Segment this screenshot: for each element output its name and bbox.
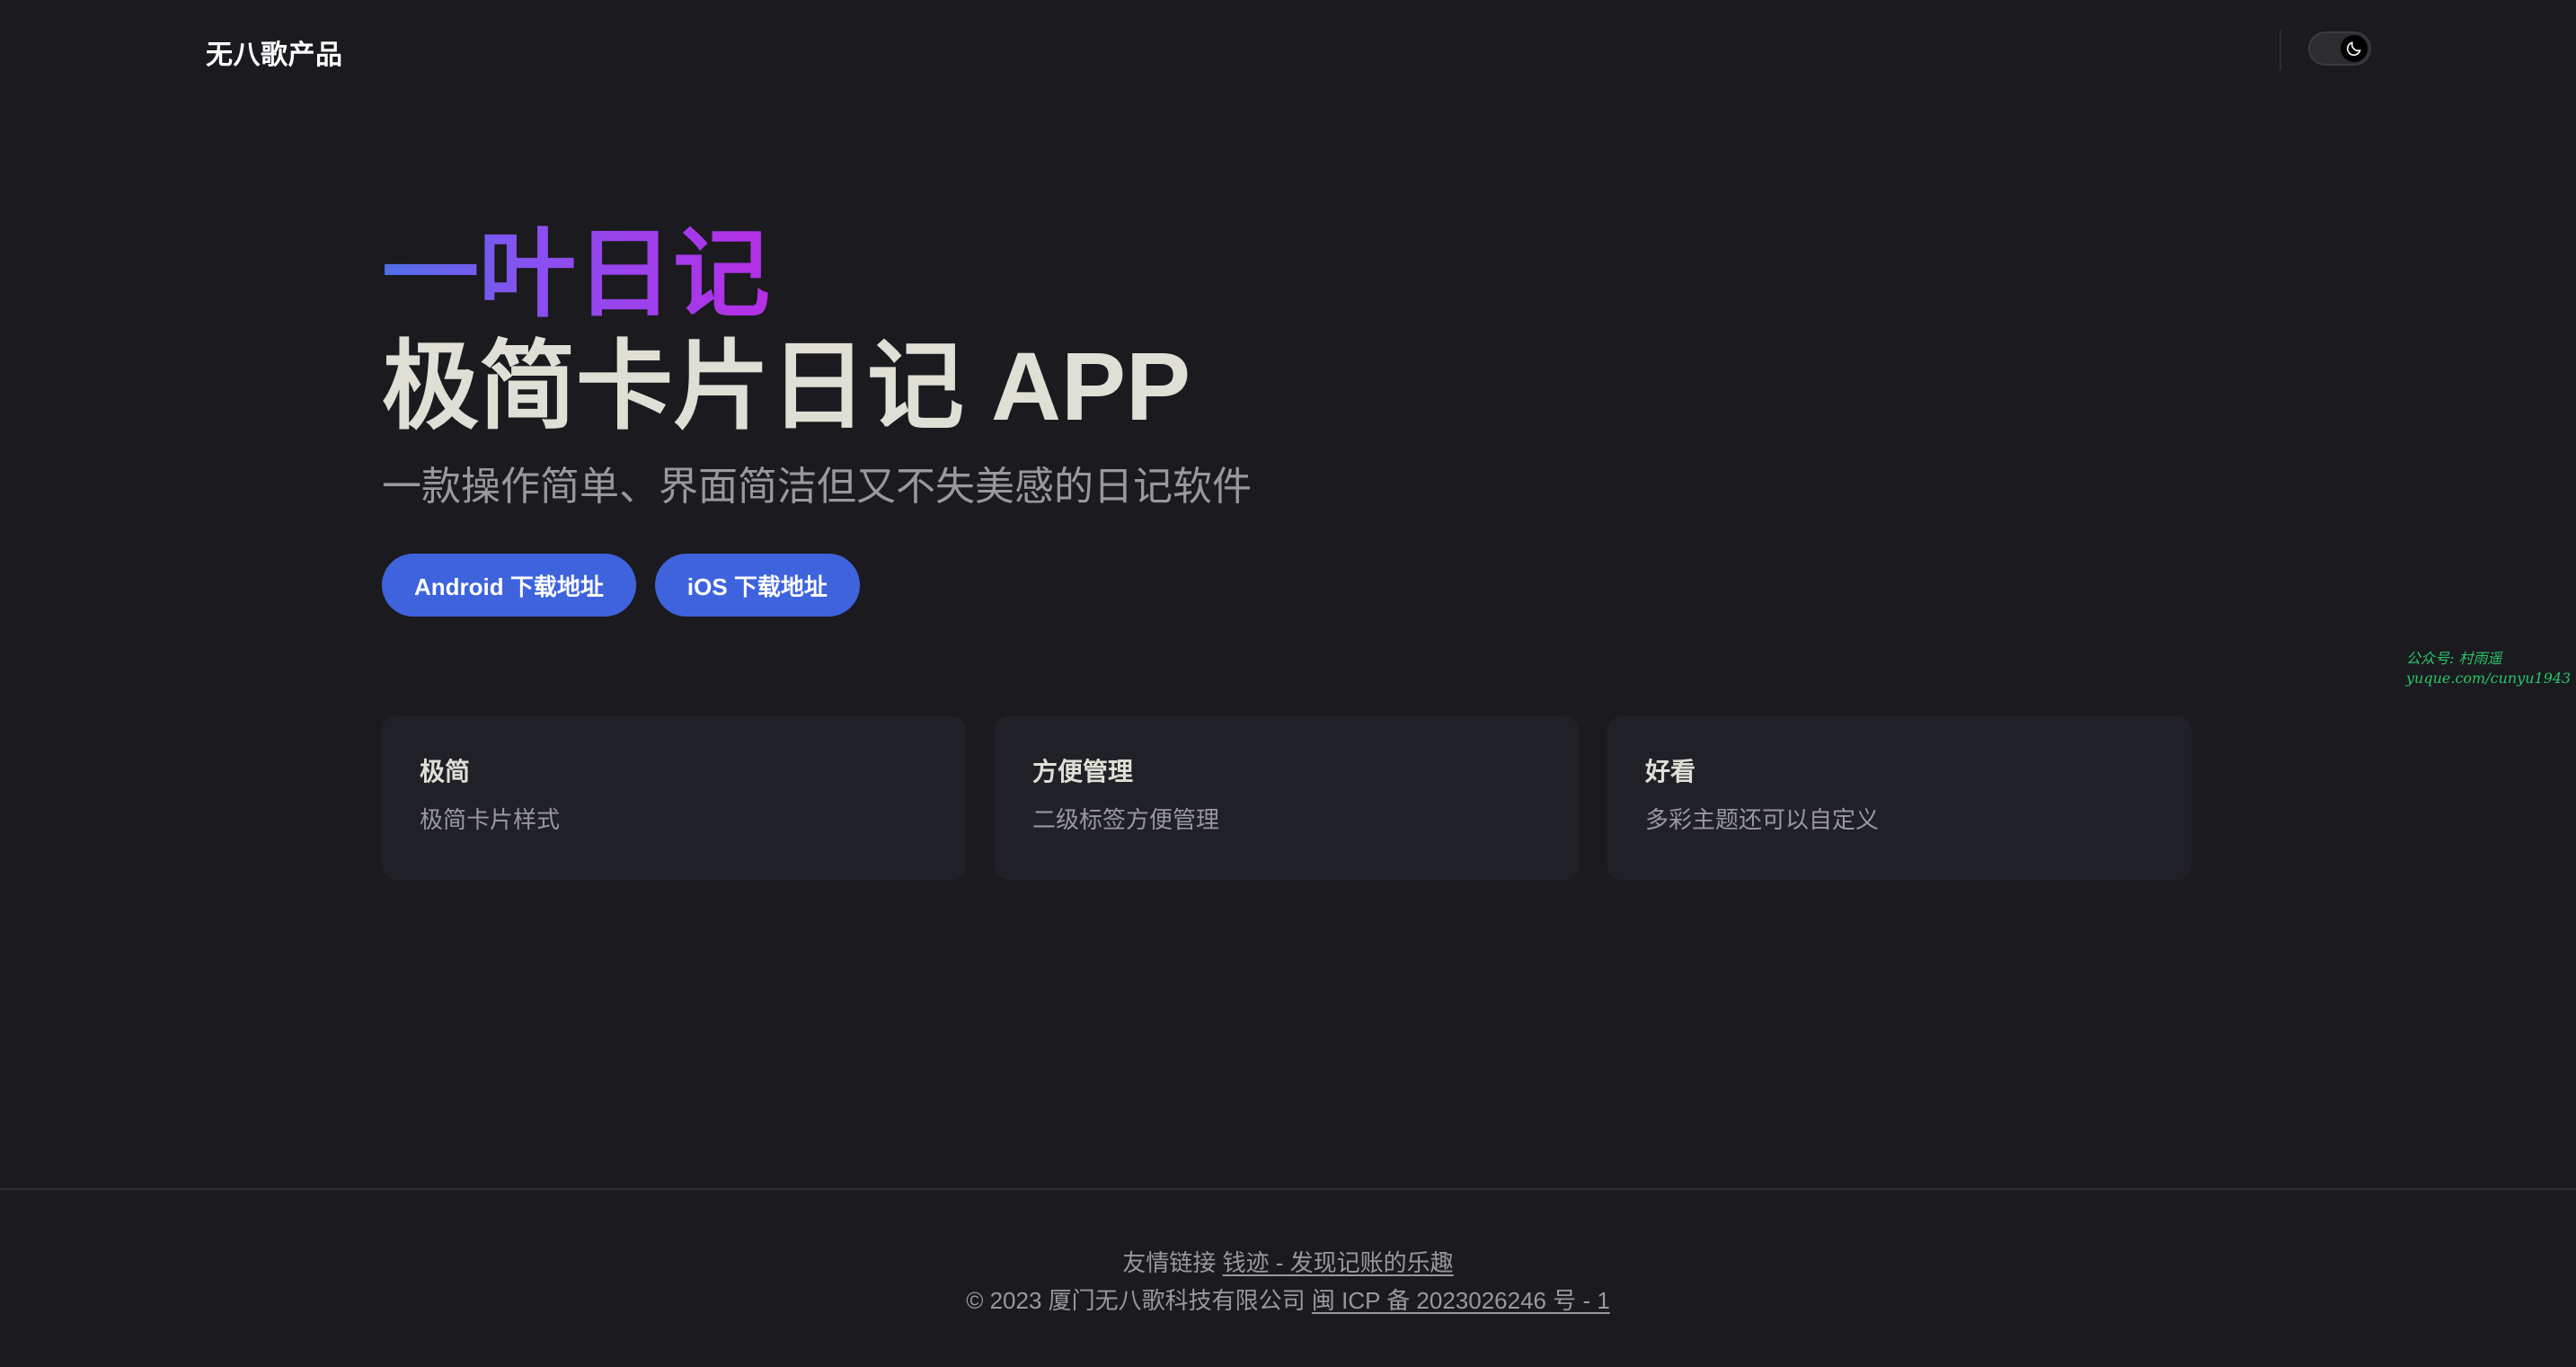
feature-description: 多彩主题还可以自定义 — [1645, 806, 1880, 833]
toggle-knob — [2341, 35, 2368, 62]
ios-download-button[interactable]: iOS 下载地址 — [654, 554, 860, 617]
hero-section: 一叶日记 极简卡片日记 APP 一款操作简单、界面简洁但又不失美感的日记软件 — [382, 216, 1819, 514]
theme-toggle-switch[interactable] — [2308, 31, 2371, 66]
watermark: 公众号: 村雨遥 yuque.com/cunyu1943 — [2406, 649, 2571, 688]
feature-card-looks: 好看 多彩主题还可以自定义 — [1607, 716, 2191, 880]
watermark-line1: 公众号: 村雨遥 — [2406, 650, 2502, 667]
footer: 友情链接 钱迹 - 发现记账的乐趣 © 2023 厦门无八歌科技有限公司 闽 I… — [0, 1188, 2576, 1367]
android-download-button[interactable]: Android 下载地址 — [382, 554, 636, 617]
nav-divider — [2279, 31, 2281, 70]
friend-links-line: 友情链接 钱迹 - 发现记账的乐趣 — [0, 1247, 2576, 1279]
moon-icon — [2346, 41, 2361, 57]
hero-actions: Android 下载地址 iOS 下载地址 — [382, 554, 860, 617]
icp-link[interactable]: 闽 ICP 备 2023026246 号 - 1 — [1312, 1287, 1610, 1314]
copyright-line: © 2023 厦门无八歌科技有限公司 闽 ICP 备 2023026246 号 … — [0, 1284, 2576, 1317]
hero-name: 一叶日记 — [382, 216, 770, 333]
feature-description: 极简卡片样式 — [420, 806, 561, 833]
feature-card-minimal: 极简 极简卡片样式 — [382, 716, 966, 880]
features-list: 极简 极简卡片样式 方便管理 二级标签方便管理 好看 多彩主题还可以自定义 — [382, 716, 2191, 880]
feature-description: 二级标签方便管理 — [1032, 806, 1220, 833]
friend-link-qianji[interactable]: 钱迹 - 发现记账的乐趣 — [1223, 1249, 1454, 1276]
feature-card-management: 方便管理 二级标签方便管理 — [995, 716, 1579, 880]
feature-title: 好看 — [1645, 758, 1696, 786]
feature-title: 极简 — [420, 758, 471, 786]
hero-tagline: 一款操作简单、界面简洁但又不失美感的日记软件 — [382, 465, 1252, 509]
friend-links-label: 友情链接 — [1122, 1249, 1217, 1276]
hero-text: 极简卡片日记 APP — [382, 332, 1191, 440]
navbar: 无八歌产品 — [0, 0, 2576, 99]
copyright-text: © 2023 厦门无八歌科技有限公司 — [966, 1287, 1306, 1314]
site-title[interactable]: 无八歌产品 — [206, 32, 343, 72]
watermark-line2: yuque.com/cunyu1943 — [2406, 670, 2572, 687]
feature-title: 方便管理 — [1032, 758, 1134, 786]
